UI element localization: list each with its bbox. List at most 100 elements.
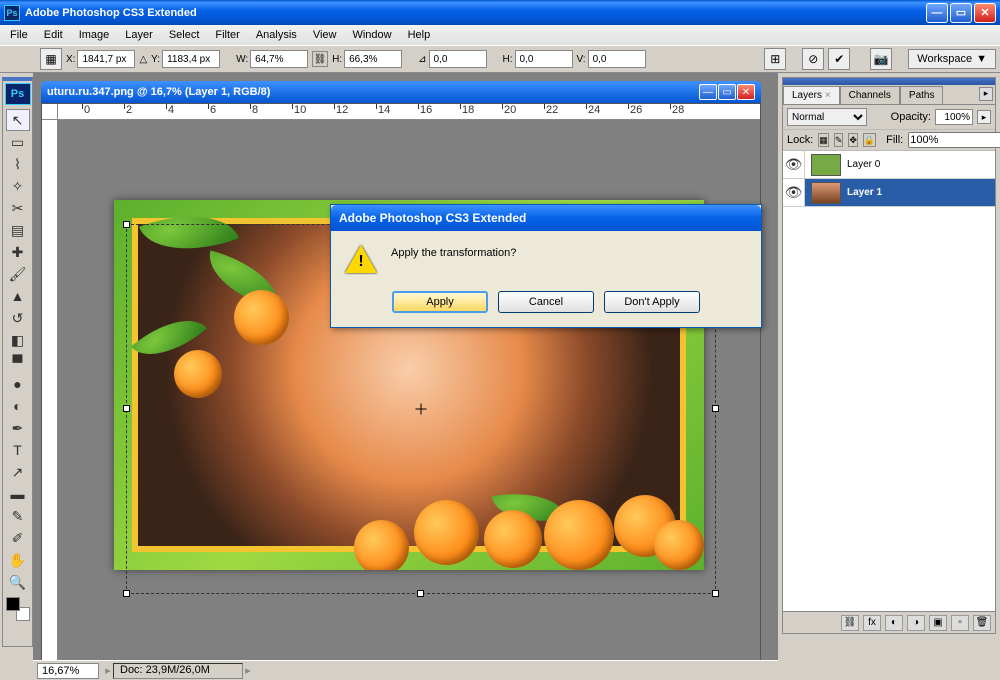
bridge-icon[interactable]: 📷 [870, 48, 892, 70]
eraser-tool[interactable]: ◧ [6, 329, 30, 351]
status-doc-size[interactable]: Doc: 23,9M/26,0M [113, 663, 243, 679]
apply-button[interactable]: Apply [392, 291, 488, 313]
app-title: Adobe Photoshop CS3 Extended [25, 7, 926, 19]
delete-layer-icon[interactable]: 🗑 [973, 615, 991, 631]
menu-edit[interactable]: Edit [36, 27, 71, 43]
cancel-button[interactable]: Cancel [498, 291, 594, 313]
layer-style-icon[interactable]: fx [863, 615, 881, 631]
commit-transform-icon[interactable]: ✔ [828, 48, 850, 70]
shape-tool[interactable]: ▬ [6, 483, 30, 505]
menu-window[interactable]: Window [344, 27, 399, 43]
h-input[interactable] [344, 50, 402, 68]
zoom-tool[interactable]: 🔍 [6, 571, 30, 593]
transform-handle-sw[interactable] [123, 590, 130, 597]
layer-row[interactable]: 👁 Layer 0 [783, 151, 995, 179]
panel-menu-icon[interactable]: ▸ [979, 87, 993, 101]
brush-tool[interactable]: 🖌 [6, 263, 30, 285]
heal-tool[interactable]: ✚ [6, 241, 30, 263]
opacity-flyout-icon[interactable]: ▸ [977, 110, 991, 124]
lasso-tool[interactable]: ⌇ [6, 153, 30, 175]
visibility-icon[interactable]: 👁 [783, 151, 805, 178]
ruler-origin[interactable] [42, 104, 58, 120]
doc-close-button[interactable]: ✕ [737, 84, 755, 100]
y-input[interactable] [162, 50, 220, 68]
horizontal-ruler[interactable]: 0 2 4 6 8 10 12 14 16 18 20 22 24 26 28 [58, 104, 760, 120]
transform-handle-e[interactable] [712, 405, 719, 412]
tab-paths[interactable]: Paths [900, 86, 944, 104]
color-swatches[interactable] [6, 597, 30, 621]
lock-position-icon[interactable]: ✥ [848, 133, 858, 147]
menu-filter[interactable]: Filter [207, 27, 247, 43]
angle-input[interactable] [429, 50, 487, 68]
marquee-tool[interactable]: ▭ [6, 131, 30, 153]
blur-tool[interactable]: ● [6, 373, 30, 395]
doc-maximize-button[interactable]: ▭ [718, 84, 736, 100]
menu-image[interactable]: Image [71, 27, 118, 43]
close-button[interactable]: ✕ [974, 3, 996, 23]
wand-tool[interactable]: ✧ [6, 175, 30, 197]
hskew-input[interactable] [515, 50, 573, 68]
workspace-button[interactable]: Workspace ▼ [908, 49, 996, 69]
type-tool[interactable]: T [6, 439, 30, 461]
path-tool[interactable]: ↗ [6, 461, 30, 483]
layer-row[interactable]: 👁 Layer 1 [783, 179, 995, 207]
x-input[interactable] [77, 50, 135, 68]
layer-thumbnail[interactable] [811, 182, 841, 204]
dialog-title[interactable]: Adobe Photoshop CS3 Extended [331, 205, 761, 231]
reference-point-icon[interactable]: ▦ [40, 48, 62, 70]
menu-view[interactable]: View [305, 27, 345, 43]
visibility-icon[interactable]: 👁 [783, 179, 805, 206]
menu-file[interactable]: File [2, 27, 36, 43]
zoom-input[interactable] [37, 663, 99, 679]
gradient-tool[interactable]: ▀ [6, 351, 30, 373]
layer-name-label[interactable]: Layer 0 [847, 159, 995, 170]
menu-layer[interactable]: Layer [117, 27, 161, 43]
opacity-input[interactable] [935, 109, 973, 125]
doc-minimize-button[interactable]: — [699, 84, 717, 100]
maximize-button[interactable]: ▭ [950, 3, 972, 23]
new-layer-icon[interactable]: ▫ [951, 615, 969, 631]
eyedropper-tool[interactable]: ✐ [6, 527, 30, 549]
minimize-button[interactable]: — [926, 3, 948, 23]
document-title: uturu.ru.347.png @ 16,7% (Layer 1, RGB/8… [47, 86, 699, 98]
link-wh-icon[interactable]: ⛓ [312, 51, 328, 67]
layer-name-label[interactable]: Layer 1 [847, 187, 995, 198]
slice-tool[interactable]: ▤ [6, 219, 30, 241]
menu-analysis[interactable]: Analysis [248, 27, 305, 43]
crop-tool[interactable]: ✂ [6, 197, 30, 219]
dont-apply-button[interactable]: Don't Apply [604, 291, 700, 313]
move-tool[interactable]: ↖ [6, 109, 30, 131]
lock-pixels-icon[interactable]: ✎ [834, 133, 844, 147]
layer-thumbnail[interactable] [811, 154, 841, 176]
layer-mask-icon[interactable]: ◐ [885, 615, 903, 631]
blend-mode-select[interactable]: Normal [787, 108, 867, 126]
layer-group-icon[interactable]: ▣ [929, 615, 947, 631]
tab-channels[interactable]: Channels [840, 86, 900, 104]
transform-handle-s[interactable] [417, 590, 424, 597]
canvas-viewport[interactable] [58, 120, 760, 660]
w-input[interactable] [250, 50, 308, 68]
fill-input[interactable] [908, 132, 1000, 148]
stamp-tool[interactable]: ▲ [6, 285, 30, 307]
lock-all-icon[interactable]: 🔒 [863, 133, 876, 147]
foreground-color-swatch[interactable] [6, 597, 20, 611]
menu-help[interactable]: Help [400, 27, 439, 43]
lock-transparency-icon[interactable]: ▦ [818, 133, 829, 147]
adjustment-layer-icon[interactable]: ◑ [907, 615, 925, 631]
vskew-input[interactable] [588, 50, 646, 68]
transform-handle-se[interactable] [712, 590, 719, 597]
status-menu-icon[interactable]: ▸ [243, 664, 253, 677]
menu-select[interactable]: Select [161, 27, 208, 43]
tab-layers[interactable]: Layers [783, 86, 840, 104]
hand-tool[interactable]: ✋ [6, 549, 30, 571]
history-brush-tool[interactable]: ↺ [6, 307, 30, 329]
vertical-ruler[interactable] [42, 120, 58, 660]
pen-tool[interactable]: ✒ [6, 417, 30, 439]
cancel-transform-icon[interactable]: ⊘ [802, 48, 824, 70]
notes-tool[interactable]: ✎ [6, 505, 30, 527]
document-titlebar[interactable]: uturu.ru.347.png @ 16,7% (Layer 1, RGB/8… [41, 81, 761, 103]
warp-icon[interactable]: ⊞ [764, 48, 786, 70]
dodge-tool[interactable]: ◐ [6, 395, 30, 417]
link-layers-icon[interactable]: ⛓ [841, 615, 859, 631]
status-chevron-icon[interactable]: ▸ [103, 664, 113, 677]
